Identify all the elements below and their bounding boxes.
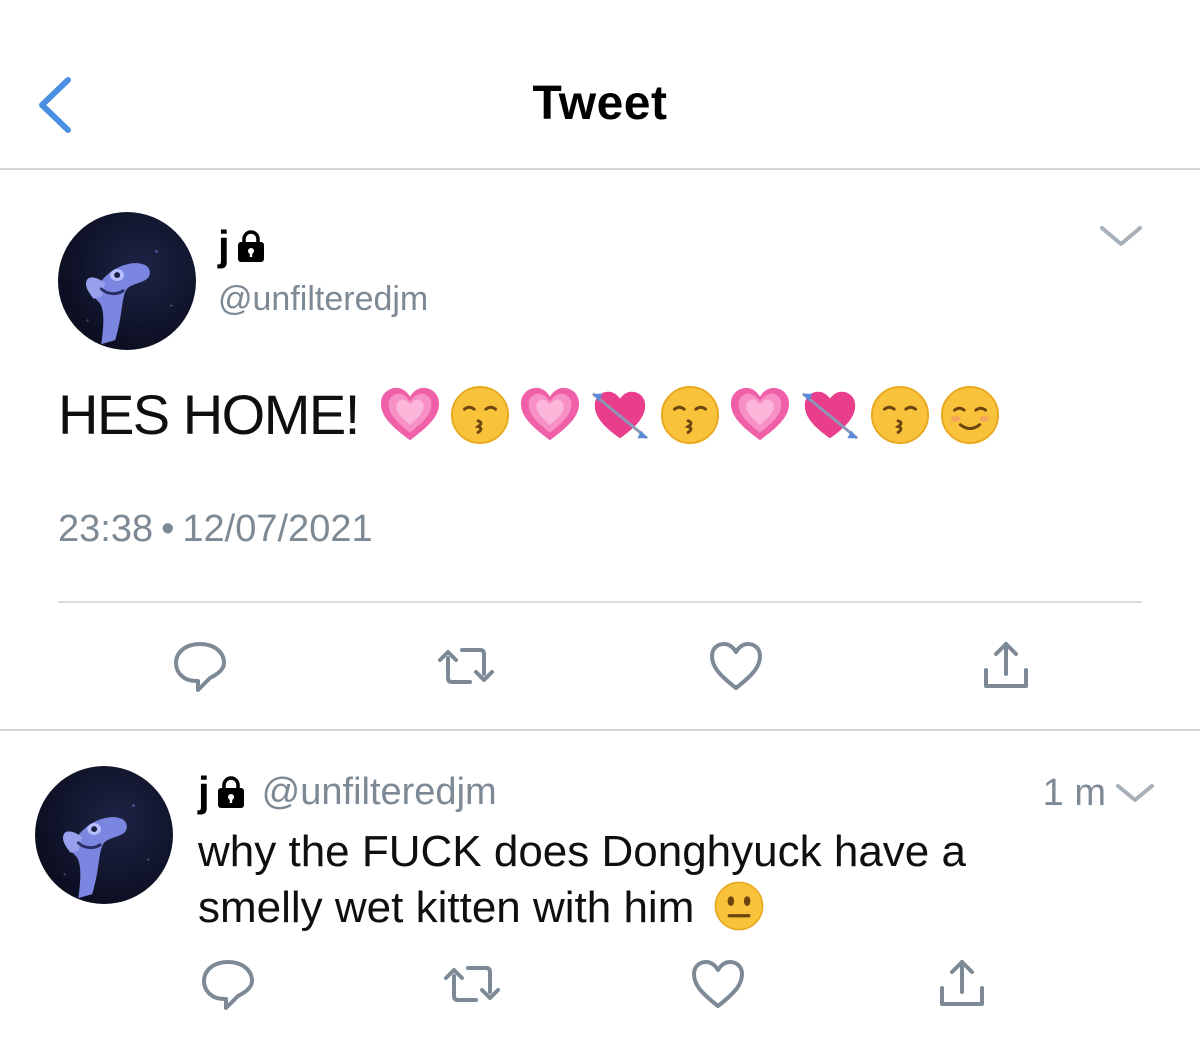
chevron-down-icon[interactable] <box>1098 222 1144 250</box>
reply-icon[interactable] <box>198 954 258 1014</box>
reply-actions <box>0 954 1200 1014</box>
tweet-actions <box>0 636 1200 696</box>
kissing-face-icon <box>659 384 721 446</box>
page-title: Tweet <box>532 77 668 130</box>
retweet-icon[interactable] <box>442 954 502 1014</box>
reply-author-handle[interactable]: @unfilteredjm <box>262 771 497 814</box>
smiling-face-icon <box>939 384 1001 446</box>
growing-heart-icon <box>729 384 791 446</box>
avatar[interactable] <box>58 212 196 350</box>
like-icon[interactable] <box>706 636 766 696</box>
navigation-bar: Tweet <box>0 0 1200 170</box>
lock-icon <box>214 774 248 810</box>
reply-header: j @unfilteredjm <box>198 768 497 816</box>
chevron-down-icon[interactable] <box>1114 780 1156 806</box>
tweet-time: 23:38 <box>58 508 154 550</box>
reply-timestamp: 1 m <box>1042 772 1106 814</box>
growing-heart-icon <box>519 384 581 446</box>
neutral-face-icon <box>713 880 765 932</box>
divider <box>58 601 1142 603</box>
kissing-face-icon <box>869 384 931 446</box>
kissing-face-icon <box>449 384 511 446</box>
reply-author-name[interactable]: j <box>198 768 248 816</box>
lock-icon <box>234 228 268 264</box>
heart-with-arrow-icon <box>589 384 651 446</box>
reply-author-name-text: j <box>198 768 210 815</box>
author-name-text: j <box>218 222 230 269</box>
author-handle[interactable]: @unfilteredjm <box>218 280 428 319</box>
avatar[interactable] <box>35 766 173 904</box>
share-icon[interactable] <box>932 954 992 1014</box>
emoji-row <box>379 384 1001 446</box>
like-icon[interactable] <box>688 954 748 1014</box>
reply-text: why the FUCK does Donghyuck have a smell… <box>198 824 1098 936</box>
tweet-text: HES HOME! <box>58 382 1001 447</box>
tweet-timestamp: 23:38 • 12/07/2021 <box>58 508 373 551</box>
heart-with-arrow-icon <box>799 384 861 446</box>
tweet-date: 12/07/2021 <box>182 508 373 550</box>
tweet-text-content: HES HOME! <box>58 383 360 446</box>
growing-heart-icon <box>379 384 441 446</box>
reply-icon[interactable] <box>170 636 230 696</box>
author-name[interactable]: j <box>218 222 268 270</box>
section-divider <box>0 729 1200 731</box>
reply-text-content: why the FUCK does Donghyuck have a smell… <box>198 827 966 932</box>
retweet-icon[interactable] <box>436 636 496 696</box>
meta-separator: • <box>161 508 175 550</box>
share-icon[interactable] <box>976 636 1036 696</box>
